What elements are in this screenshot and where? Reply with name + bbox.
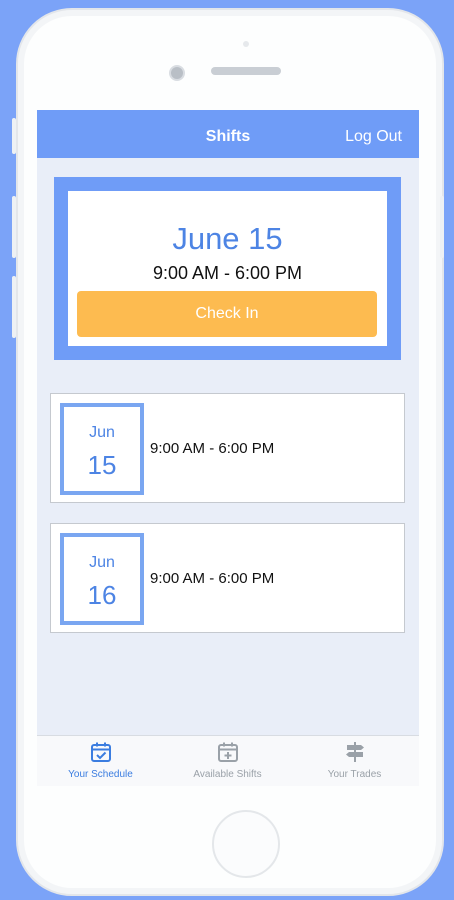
check-in-button[interactable]: Check In — [77, 291, 377, 337]
side-button-power — [440, 196, 444, 258]
calendar-plus-icon — [217, 742, 238, 762]
nav-bar: Shifts Log Out — [37, 110, 419, 158]
shift-date-box: Jun 16 — [60, 533, 144, 625]
side-button-silent — [12, 118, 16, 154]
current-shift-time: 9:00 AM - 6:00 PM — [152, 263, 303, 283]
side-button-volume-up — [12, 196, 16, 258]
calendar-check-icon — [90, 742, 111, 762]
shift-list-item[interactable]: Jun 15 9:00 AM - 6:00 PM — [50, 393, 405, 503]
current-shift-card: June 15 9:00 AM - 6:00 PM Check In — [54, 177, 401, 360]
tab-label: Your Schedule — [68, 769, 133, 780]
app-screen: Shifts Log Out June 15 9:00 AM - 6:00 PM… — [37, 110, 419, 786]
shift-time: 9:00 AM - 6:00 PM — [150, 570, 275, 587]
current-shift-date: June 15 — [172, 221, 283, 256]
shift-time: 9:00 AM - 6:00 PM — [150, 440, 275, 457]
shift-day: 15 — [87, 450, 117, 480]
front-camera — [169, 65, 185, 81]
logout-button[interactable]: Log Out — [345, 128, 402, 146]
tab-available-shifts[interactable]: Available Shifts — [164, 736, 291, 786]
shift-month: Jun — [89, 424, 115, 441]
current-shift-panel: June 15 9:00 AM - 6:00 PM Check In — [68, 191, 387, 346]
tab-label: Your Trades — [327, 769, 382, 780]
earpiece-speaker — [211, 67, 281, 75]
sensor-dot — [243, 41, 249, 47]
tab-label: Available Shifts — [193, 769, 262, 780]
home-button[interactable] — [212, 810, 280, 878]
shift-month: Jun — [89, 554, 115, 571]
tab-bar: Your Schedule Available Shifts Your Trad… — [37, 735, 419, 786]
side-button-volume-down — [12, 276, 16, 338]
tab-your-trades[interactable]: Your Trades — [291, 736, 418, 786]
shift-date-box: Jun 15 — [60, 403, 144, 495]
shift-list-item[interactable]: Jun 16 9:00 AM - 6:00 PM — [50, 523, 405, 633]
tab-your-schedule[interactable]: Your Schedule — [37, 736, 164, 786]
signpost-icon — [345, 742, 364, 762]
shift-day: 16 — [87, 580, 117, 610]
